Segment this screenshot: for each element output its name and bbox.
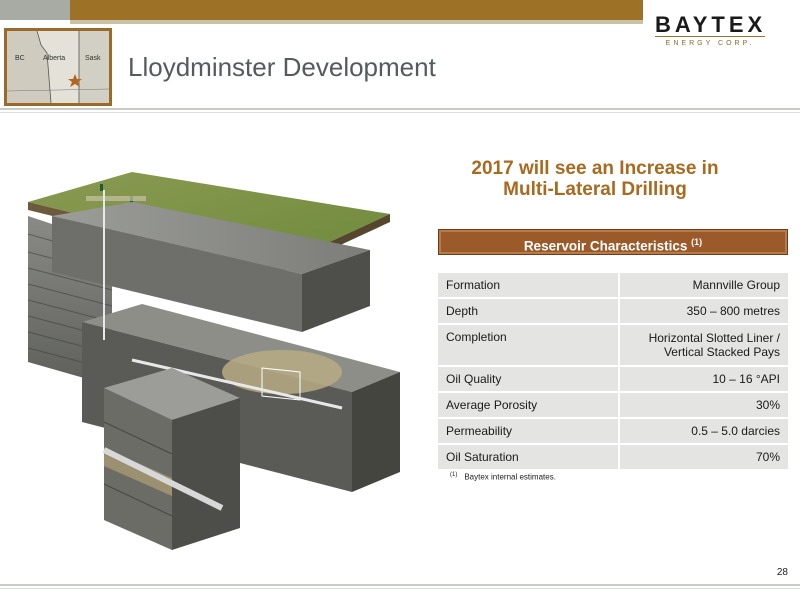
footnote: (1) Baytex internal estimates.: [450, 472, 556, 482]
header-brown-bar: [70, 0, 643, 20]
footnote-text: Baytex internal estimates.: [464, 472, 556, 482]
headline-line-2: Multi-Lateral Drilling: [503, 179, 687, 200]
header-divider: [0, 108, 800, 110]
row-label: Average Porosity: [438, 393, 618, 417]
table-row-average-porosity: Average Porosity 30%: [438, 393, 788, 419]
reservoir-block-diagram: [22, 172, 420, 568]
row-value-text: 30%: [755, 398, 780, 412]
row-label: Depth: [438, 299, 618, 323]
row-value: Mannville Group: [620, 273, 788, 297]
row-value-text: 350 – 800 metres: [686, 304, 780, 318]
row-label: Permeability: [438, 419, 618, 443]
row-value-text: 10 – 16 °API: [712, 372, 780, 386]
header-divider-thin: [0, 112, 800, 113]
map-graphic: [7, 31, 109, 103]
header-strip: [70, 20, 643, 24]
row-value: 30%: [620, 393, 788, 417]
banner-text: Reservoir Characteristics: [523, 238, 688, 254]
reservoir-characteristics-banner: Reservoir Characteristics (1): [438, 229, 788, 255]
row-value-text: Mannville Group: [692, 278, 780, 292]
row-value: Horizontal Slotted Liner / Vertical Stac…: [620, 325, 788, 365]
reservoir-illustration: [27, 172, 400, 550]
headline-line-1: 2017 will see an Increase in: [471, 158, 719, 179]
row-label: Formation: [438, 273, 618, 297]
map-label-alberta: Alberta: [43, 55, 66, 62]
row-value: 0.5 – 5.0 darcies: [620, 419, 788, 443]
location-map: BC Alberta Sask: [4, 28, 112, 106]
map-label-sask: Sask: [85, 55, 101, 62]
table-row-formation: Formation Mannville Group: [438, 273, 788, 299]
row-value-text: 0.5 – 5.0 darcies: [691, 424, 780, 438]
banner-footnote-marker: (1): [691, 237, 703, 247]
reservoir-table: Formation Mannville Group Depth 350 – 80…: [438, 273, 788, 471]
row-value: 10 – 16 °API: [620, 367, 788, 391]
headline: 2017 will see an Increase in Multi-Later…: [440, 158, 750, 200]
row-value: 70%: [620, 445, 788, 469]
row-value-text: Horizontal Slotted Liner /: [648, 331, 780, 345]
logo-rule: [655, 36, 765, 37]
row-value: 350 – 800 metres: [620, 299, 788, 323]
row-value-text-2: Vertical Stacked Pays: [663, 345, 780, 359]
table-row-completion: Completion Horizontal Slotted Liner / Ve…: [438, 325, 788, 367]
table-row-depth: Depth 350 – 800 metres: [438, 299, 788, 325]
row-label: Oil Saturation: [438, 445, 618, 469]
row-label: Oil Quality: [438, 367, 618, 391]
logo-wordmark: BAYTEX: [655, 12, 767, 37]
map-label-bc: BC: [15, 55, 25, 62]
table-row-oil-quality: Oil Quality 10 – 16 °API: [438, 367, 788, 393]
footnote-marker: (1): [450, 472, 458, 478]
table-row-permeability: Permeability 0.5 – 5.0 darcies: [438, 419, 788, 445]
page-title: Lloydminster Development: [128, 52, 436, 82]
page-number: 28: [776, 567, 788, 578]
row-label: Completion: [438, 325, 618, 365]
header-gray-bar: [0, 0, 70, 20]
row-value-text: 70%: [755, 450, 780, 464]
logo-subtitle: ENERGY CORP.: [665, 40, 755, 47]
table-row-oil-saturation: Oil Saturation 70%: [438, 445, 788, 471]
footer-divider-thin: [0, 588, 800, 589]
footer-divider: [0, 584, 800, 586]
